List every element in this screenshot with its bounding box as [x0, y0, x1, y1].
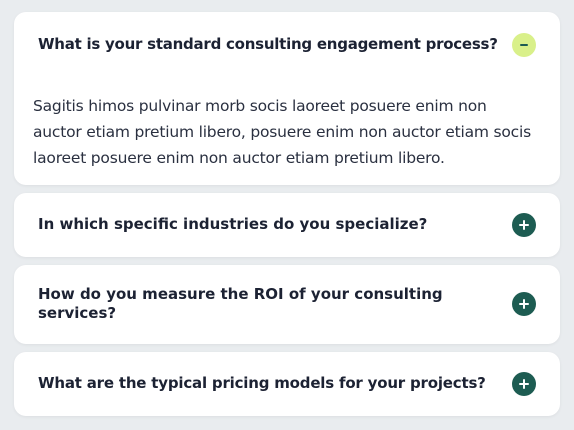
faq-item-roi[interactable]: How do you measure the ROI of your consu… — [14, 265, 560, 344]
faq-answer: Sagitis himos pulvinar morb socis laoree… — [33, 97, 531, 167]
faq-accordion: What is your standard consulting engagem… — [0, 0, 574, 430]
faq-item-header[interactable]: What is your standard consulting engagem… — [14, 12, 560, 78]
faq-question: What are the typical pricing models for … — [38, 374, 486, 392]
faq-item-engagement-process: What is your standard consulting engagem… — [14, 12, 560, 185]
plus-icon[interactable] — [512, 372, 536, 396]
minus-icon[interactable] — [512, 33, 536, 57]
faq-item-pricing[interactable]: What are the typical pricing models for … — [14, 352, 560, 416]
faq-question: In which specific industries do you spec… — [38, 215, 428, 233]
faq-question: What is your standard consulting engagem… — [38, 35, 498, 53]
plus-icon[interactable] — [512, 292, 536, 316]
faq-question: How do you measure the ROI of your consu… — [38, 285, 443, 322]
faq-item-industries[interactable]: In which specific industries do you spec… — [14, 193, 560, 257]
plus-icon[interactable] — [512, 213, 536, 237]
